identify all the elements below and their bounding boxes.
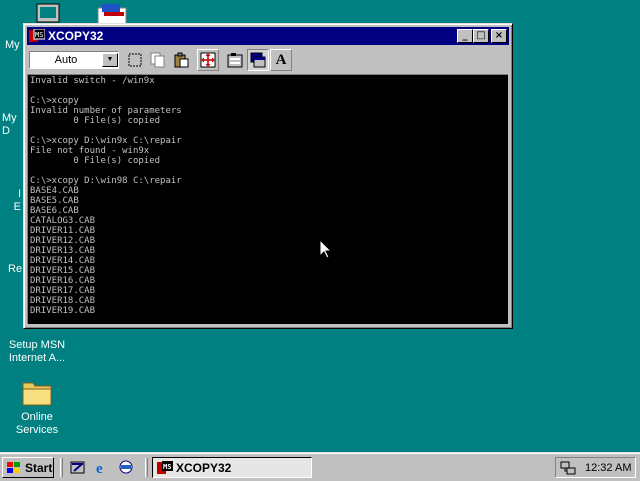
maximize-button[interactable]: □ [473, 29, 489, 43]
chevron-down-icon[interactable]: ▼ [102, 53, 118, 67]
desktop-icon-label: My [5, 39, 20, 51]
start-label: Start [25, 460, 53, 475]
console-line: DRIVER18.CAB [30, 296, 96, 306]
svg-text:MS: MS [163, 463, 171, 471]
mouse-pointer-icon [320, 240, 332, 259]
font-size-value: Auto [54, 54, 78, 66]
desktop-icon-label: I [17, 188, 21, 200]
folder-icon [22, 382, 52, 406]
svg-text:e: e [96, 461, 103, 475]
network-icon[interactable] [560, 460, 576, 476]
console-line: C:\>xcopy D:\win9x C:\repair [30, 136, 182, 146]
console-line: Invalid number of parameters [30, 106, 182, 116]
console-line: 0 File(s) copied [30, 156, 161, 166]
background-button[interactable] [247, 49, 269, 71]
console-line: DRIVER14.CAB [30, 256, 96, 266]
background-icon [250, 52, 266, 68]
desktop-icon-my-documents[interactable]: My D [0, 112, 24, 138]
paste-icon [174, 52, 189, 68]
copy-icon [150, 52, 165, 68]
properties-icon [227, 53, 243, 68]
desktop-icon-online-services[interactable]: Online Services [2, 377, 72, 437]
ms-dos-icon: MS [157, 460, 173, 474]
font-size-select[interactable]: Auto ▼ [29, 51, 119, 69]
font-button[interactable]: A [270, 49, 292, 71]
console-line: DRIVER11.CAB [30, 226, 96, 236]
my-documents-icon [97, 4, 127, 24]
console-cursor [30, 316, 508, 324]
mark-button[interactable] [124, 49, 146, 71]
desktop-icon-internet-explorer[interactable]: I E [0, 188, 24, 214]
console-line: File not found - win9x [30, 146, 150, 156]
taskbar: Start e MS XCOPY32 12:32 AM [0, 452, 640, 481]
properties-button[interactable] [224, 49, 246, 71]
console-line: DRIVER19.CAB [30, 306, 96, 316]
desktop-icon-label: My D [2, 112, 17, 137]
console-line: DRIVER17.CAB [30, 286, 96, 296]
close-button[interactable]: × [491, 29, 507, 43]
svg-text:MS: MS [35, 31, 43, 39]
console-line: Invalid switch - /win9x [30, 76, 155, 86]
window-title: XCOPY32 [48, 29, 104, 43]
paste-button[interactable] [170, 49, 192, 71]
fullscreen-icon [200, 52, 216, 68]
title-bar[interactable]: MS XCOPY32 _ □ × [27, 27, 509, 45]
desktop-icon-label: Online Services [15, 411, 59, 436]
taskbar-grip[interactable] [60, 458, 63, 477]
console-line: C:\>xcopy [30, 96, 79, 106]
font-icon: A [275, 51, 287, 68]
console-line: 0 File(s) copied [30, 116, 161, 126]
toolbar: Auto ▼ A [27, 47, 509, 73]
xcopy32-window[interactable]: MS XCOPY32 _ □ × Auto ▼ A Invalid switch… [23, 23, 513, 329]
console-line: BASE4.CAB [30, 186, 79, 196]
console-line: DRIVER16.CAB [30, 276, 96, 286]
desktop-icon-label: Setup MSN Internet A... [8, 339, 66, 364]
fullscreen-button[interactable] [197, 49, 219, 71]
console-line: DRIVER15.CAB [30, 266, 96, 276]
ms-dos-icon: MS [29, 29, 45, 42]
start-button[interactable]: Start [2, 457, 54, 478]
desktop-icon-setup-msn[interactable]: Setup MSN Internet A... [2, 339, 72, 365]
system-tray: 12:32 AM [555, 457, 636, 478]
desktop-icon-label: Re [8, 263, 23, 275]
internet-explorer-icon[interactable]: e [95, 459, 111, 475]
taskbar-button-label: XCOPY32 [176, 460, 232, 475]
mark-icon [128, 53, 142, 67]
desktop-icon-recycle-bin[interactable]: Re [0, 263, 24, 276]
taskbar-grip[interactable] [145, 458, 148, 477]
windows-logo-icon [7, 461, 20, 473]
console-line: DRIVER13.CAB [30, 246, 96, 256]
desktop-icon-label: E [13, 201, 21, 213]
taskbar-button-xcopy32[interactable]: MS XCOPY32 [152, 457, 312, 478]
console-line: C:\>xcopy D:\win98 C:\repair [30, 176, 182, 186]
console-line: BASE6.CAB [30, 206, 79, 216]
console-output[interactable]: Invalid switch - /win9x C:\>xcopy Invalid … [27, 74, 508, 324]
show-desktop-icon[interactable] [70, 459, 86, 475]
console-line: BASE5.CAB [30, 196, 79, 206]
console-line: DRIVER12.CAB [30, 236, 96, 246]
clock[interactable]: 12:32 AM [585, 462, 631, 474]
console-line: CATALOG3.CAB [30, 216, 96, 226]
minimize-button[interactable]: _ [457, 29, 473, 43]
copy-button[interactable] [147, 49, 169, 71]
channels-icon[interactable] [118, 459, 134, 475]
